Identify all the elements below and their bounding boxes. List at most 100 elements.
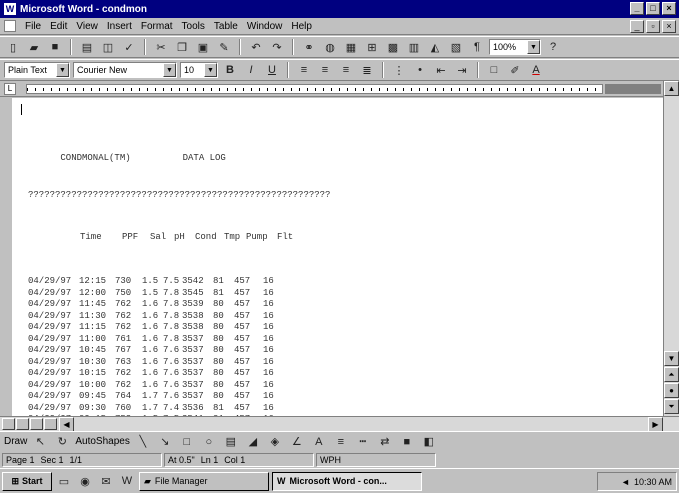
rectangle-icon[interactable]: □ (178, 433, 196, 450)
hyperlink-icon[interactable]: ⚭ (300, 39, 318, 56)
doc-restore-button[interactable]: ▫ (646, 20, 660, 33)
menu-insert[interactable]: Insert (107, 21, 132, 32)
page-layout-icon[interactable] (30, 418, 43, 430)
textbox-icon[interactable]: ▤ (222, 433, 240, 450)
document-area[interactable]: CONDMONAL(TM) DATA LOG ??????????????????… (12, 98, 663, 416)
quicklaunch-browser-icon[interactable]: ◉ (76, 473, 94, 490)
bold-button[interactable]: B (221, 62, 239, 79)
draw-menu[interactable]: Draw (4, 436, 27, 447)
scroll-left-icon[interactable]: ◀ (59, 417, 74, 432)
dash-style-icon[interactable]: ┅ (354, 433, 372, 450)
close-button[interactable]: × (662, 2, 676, 15)
insert-table-icon[interactable]: ⊞ (363, 39, 381, 56)
border-icon[interactable]: □ (485, 62, 503, 79)
shadow-icon[interactable]: ■ (398, 433, 416, 450)
start-button[interactable]: ⊞ Start (2, 471, 52, 491)
font-color-icon[interactable]: A (527, 62, 545, 79)
rotate-icon[interactable]: ↻ (53, 433, 71, 450)
line-style-icon[interactable]: ≡ (332, 433, 350, 450)
copy-icon[interactable]: ❐ (173, 39, 191, 56)
decrease-indent-icon[interactable]: ⇤ (432, 62, 450, 79)
save-icon[interactable]: ■ (46, 39, 64, 56)
font-color-draw-icon[interactable]: A (310, 433, 328, 450)
task-file-manager[interactable]: ▰ File Manager (139, 471, 269, 491)
print-preview-icon[interactable]: ◫ (99, 39, 117, 56)
horizontal-ruler[interactable]: L (0, 81, 663, 97)
menu-format[interactable]: Format (141, 21, 173, 32)
redo-icon[interactable]: ↷ (268, 39, 286, 56)
menu-window[interactable]: Window (247, 21, 283, 32)
status-modes[interactable]: WPH (316, 452, 436, 467)
scroll-right-icon[interactable]: ▶ (648, 417, 663, 432)
document-icon[interactable] (4, 20, 16, 32)
line-icon[interactable]: ╲ (134, 433, 152, 450)
quicklaunch-mail-icon[interactable]: ✉ (97, 473, 115, 490)
zoom-select[interactable]: 100% ▼ (489, 39, 541, 55)
web-layout-icon[interactable] (16, 418, 29, 430)
format-painter-icon[interactable]: ✎ (215, 39, 233, 56)
menu-table[interactable]: Table (214, 21, 238, 32)
print-icon[interactable]: ▤ (78, 39, 96, 56)
tab-selector-icon[interactable]: L (4, 83, 16, 95)
menu-help[interactable]: Help (291, 21, 312, 32)
cut-icon[interactable]: ✂ (152, 39, 170, 56)
next-page-icon[interactable]: ⏷ (664, 399, 679, 414)
select-objects-icon[interactable]: ↖ (31, 433, 49, 450)
wordart-icon[interactable]: ◢ (244, 433, 262, 450)
spelling-icon[interactable]: ✓ (120, 39, 138, 56)
paste-icon[interactable]: ▣ (194, 39, 212, 56)
chevron-down-icon[interactable]: ▼ (527, 40, 540, 54)
doc-minimize-button[interactable]: _ (630, 20, 644, 33)
document-map-icon[interactable]: ▧ (447, 39, 465, 56)
tables-borders-icon[interactable]: ▦ (342, 39, 360, 56)
3d-icon[interactable]: ◧ (420, 433, 438, 450)
previous-page-icon[interactable]: ⏶ (664, 367, 679, 382)
open-icon[interactable]: ▰ (25, 39, 43, 56)
autoshapes-menu[interactable]: AutoShapes (75, 436, 130, 447)
line-color-icon[interactable]: ∠ (288, 433, 306, 450)
italic-button[interactable]: I (242, 62, 260, 79)
underline-button[interactable]: U (263, 62, 281, 79)
office-assistant-icon[interactable]: ? (544, 39, 562, 56)
style-select[interactable]: Plain Text ▼ (4, 62, 70, 78)
minimize-button[interactable]: _ (630, 2, 644, 15)
outline-view-icon[interactable] (44, 418, 57, 430)
chevron-down-icon[interactable]: ▼ (204, 63, 217, 77)
insert-excel-icon[interactable]: ▩ (384, 39, 402, 56)
vertical-scrollbar[interactable]: ▲ ▼ ⏶ ● ⏷ (663, 81, 679, 416)
show-hide-icon[interactable]: ¶ (468, 39, 486, 56)
scroll-up-icon[interactable]: ▲ (664, 81, 679, 96)
scroll-down-icon[interactable]: ▼ (664, 351, 679, 366)
web-toolbar-icon[interactable]: ◍ (321, 39, 339, 56)
menu-edit[interactable]: Edit (50, 21, 67, 32)
increase-indent-icon[interactable]: ⇥ (453, 62, 471, 79)
fill-color-icon[interactable]: ◈ (266, 433, 284, 450)
maximize-button[interactable]: □ (646, 2, 660, 15)
menu-file[interactable]: File (25, 21, 41, 32)
menu-tools[interactable]: Tools (182, 21, 205, 32)
font-select[interactable]: Courier New ▼ (73, 62, 177, 78)
volume-icon[interactable]: ◄ (621, 477, 630, 487)
align-right-icon[interactable]: ≡ (337, 62, 355, 79)
arrow-style-icon[interactable]: ⇄ (376, 433, 394, 450)
menu-view[interactable]: View (76, 21, 98, 32)
columns-icon[interactable]: ▥ (405, 39, 423, 56)
font-size-select[interactable]: 10 ▼ (180, 62, 218, 78)
word-icon[interactable]: W (4, 3, 16, 15)
doc-close-button[interactable]: × (662, 20, 676, 33)
numbering-icon[interactable]: ⋮ (390, 62, 408, 79)
normal-view-icon[interactable] (2, 418, 15, 430)
chevron-down-icon[interactable]: ▼ (56, 63, 69, 77)
bullets-icon[interactable]: • (411, 62, 429, 79)
quicklaunch-desktop-icon[interactable]: ▭ (55, 473, 73, 490)
oval-icon[interactable]: ○ (200, 433, 218, 450)
arrow-icon[interactable]: ↘ (156, 433, 174, 450)
horizontal-scrollbar[interactable]: ◀ ▶ (0, 416, 679, 432)
clock[interactable]: 10:30 AM (634, 477, 672, 487)
drawing-icon[interactable]: ◭ (426, 39, 444, 56)
align-center-icon[interactable]: ≡ (316, 62, 334, 79)
justify-icon[interactable]: ≣ (358, 62, 376, 79)
align-left-icon[interactable]: ≡ (295, 62, 313, 79)
quicklaunch-word-icon[interactable]: W (118, 473, 136, 490)
select-browse-object-icon[interactable]: ● (664, 383, 679, 398)
